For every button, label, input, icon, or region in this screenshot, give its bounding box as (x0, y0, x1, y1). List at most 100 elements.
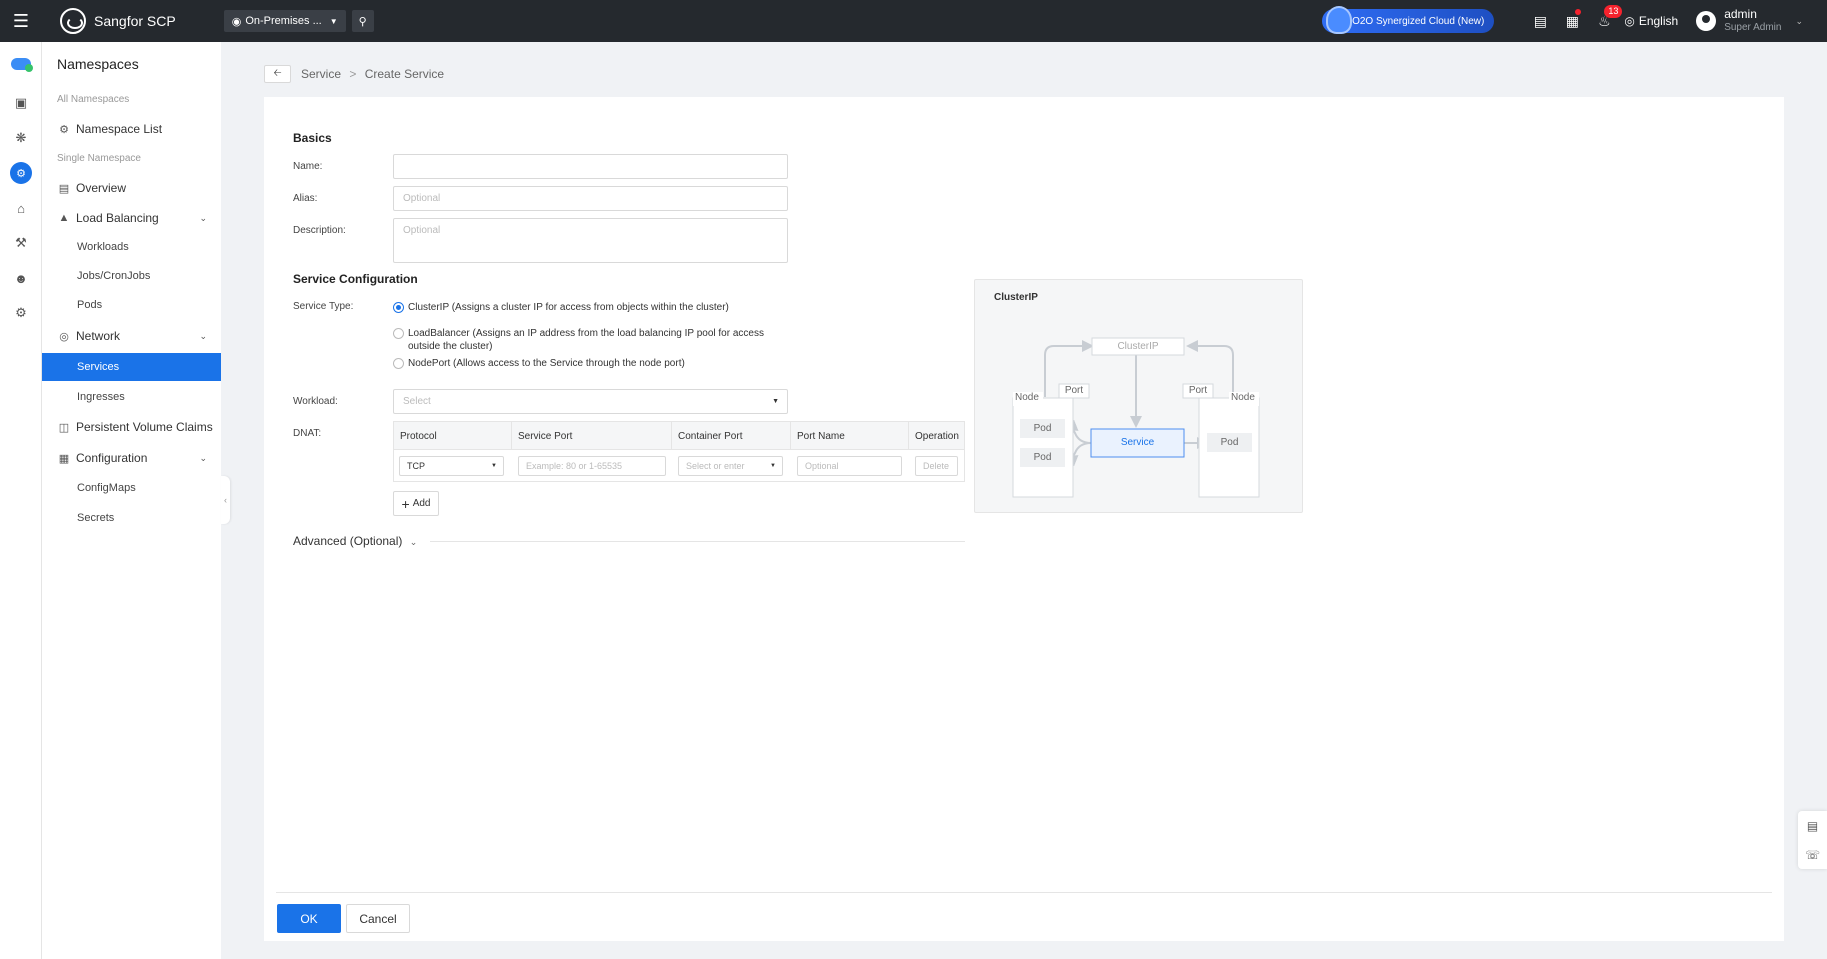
sidebar-item-workloads[interactable]: Workloads (42, 233, 221, 261)
sidebar-collapse-handle[interactable]: ‹ (221, 476, 230, 524)
breadcrumb-parent[interactable]: Service (301, 67, 341, 81)
diagram-cluster-ip: ClusterIP (1117, 341, 1159, 352)
sidebar-item-load-balancing[interactable]: ▲ Load Balancing ⌄ (42, 204, 221, 232)
config-icon: ▦ (58, 452, 70, 465)
breadcrumb: Service > Create Service (301, 67, 444, 81)
radio-nodeport[interactable]: NodePort (Allows access to the Service t… (393, 357, 793, 370)
sidebar-item-label: Configuration (76, 451, 148, 465)
alias-input[interactable]: Optional (393, 186, 788, 211)
radio-nodeport-control[interactable] (393, 358, 404, 369)
top-right-actions: O2O Synergized Cloud (New) ▤ ▦ ♨ 13 ◎ Eng… (1322, 0, 1827, 42)
sidebar-item-pods[interactable]: Pods (42, 291, 221, 319)
chevron-down-icon: ⌄ (199, 212, 207, 223)
site-select-value: On-Premises ... (245, 15, 322, 27)
advanced-divider (430, 541, 965, 542)
sidebar-item-network[interactable]: ◎ Network ⌄ (42, 322, 221, 350)
port-name-input[interactable]: Optional (797, 456, 902, 476)
sidenav-title: Namespaces (57, 56, 139, 72)
caret-down-icon: ▼ (491, 463, 497, 469)
footer-divider (276, 892, 1772, 893)
sidebar-item-overview[interactable]: ▤ Overview (42, 174, 221, 202)
radio-loadbalancer-label: LoadBalancer (Assigns an IP address from… (408, 328, 764, 352)
site-select[interactable]: ◉ On-Premises ... ▼ (223, 10, 346, 32)
brand-name: Sangfor SCP (94, 13, 176, 29)
protocol-select[interactable]: TCP ▼ (399, 456, 504, 476)
radio-loadbalancer-control[interactable] (393, 328, 404, 339)
task-icon[interactable]: ▦ (1556, 8, 1588, 30)
wrench-icon[interactable]: ⚒ (0, 229, 42, 257)
dnat-col-operation: Operation (915, 430, 959, 442)
sangfor-logo-icon (60, 8, 86, 34)
caret-down-icon: ▼ (329, 16, 338, 26)
bar-chart-icon: ▤ (58, 182, 70, 195)
diagram-port-right: Port (1188, 385, 1208, 396)
ok-button[interactable]: OK (277, 904, 341, 933)
sidebar-item-label: Persistent Volume Claims (76, 420, 213, 434)
basics-title: Basics (293, 131, 332, 145)
sidebar-item-pvc[interactable]: ◫ Persistent Volume Claims (42, 413, 221, 441)
user-menu[interactable]: admin Super Admin ⌄ (1696, 7, 1803, 35)
container-port-select[interactable]: Select or enter ▼ (678, 456, 783, 476)
task-dot (1575, 8, 1582, 15)
name-input[interactable] (393, 154, 788, 179)
menu-icon[interactable]: ☰ (0, 0, 42, 42)
dnat-label: DNAT: (293, 428, 322, 439)
dnat-table-header: Protocol Service Port Container Port Por… (394, 422, 964, 450)
caret-down-icon: ▼ (772, 398, 779, 405)
diagram-node-right: Node (1231, 392, 1255, 403)
sidebar-item-secrets[interactable]: Secrets (42, 504, 221, 532)
bell-icon[interactable]: ♨ 13 (1588, 4, 1623, 30)
dnat-table: Protocol Service Port Container Port Por… (393, 421, 965, 482)
service-port-input[interactable]: Example: 80 or 1-65535 (518, 456, 666, 476)
sidebar-item-ingresses[interactable]: Ingresses (42, 383, 221, 411)
radio-clusterip[interactable]: ClusterIP (Assigns a cluster IP for acce… (393, 301, 793, 314)
user-icon[interactable]: ☻ (0, 264, 42, 292)
description-label: Description: (293, 225, 346, 236)
chevron-down-icon: ⌄ (199, 452, 207, 463)
icon-rail: ▣ ❋ ⚙ ⌂ ⚒ ☻ ⚙ ☰ (0, 42, 42, 959)
o2o-cloud-icon (1326, 6, 1353, 34)
radio-nodeport-label: NodePort (Allows access to the Service t… (408, 358, 685, 369)
namespace-icon[interactable]: ⚙ (0, 159, 42, 187)
user-role: Super Admin (1724, 22, 1782, 33)
sidebar-item-jobs[interactable]: Jobs/CronJobs (42, 262, 221, 290)
cloud-home-icon[interactable] (0, 50, 42, 78)
advanced-toggle[interactable]: Advanced (Optional) ⌄ (293, 534, 417, 548)
store-icon[interactable]: ⌂ (0, 194, 42, 222)
settings-icon[interactable]: ⚙ (0, 299, 42, 327)
sidebar-item-configuration[interactable]: ▦ Configuration ⌄ (42, 444, 221, 472)
diagram-pod-2: Pod (1033, 452, 1052, 463)
sidebar-item-configmaps[interactable]: ConfigMaps (42, 474, 221, 502)
workload-label: Workload: (293, 396, 338, 407)
add-port-button[interactable]: + Add (393, 491, 439, 516)
diagram-port-left: Port (1064, 385, 1084, 396)
service-type-label: Service Type: (293, 301, 354, 312)
search-icon[interactable]: ⚲ (351, 10, 374, 32)
globe-icon: ◎ (59, 330, 69, 343)
brand[interactable]: Sangfor SCP (60, 8, 176, 34)
document-icon[interactable]: ▤ (1524, 13, 1556, 30)
notes-icon[interactable]: ▤ (1798, 811, 1827, 840)
radio-loadbalancer[interactable]: LoadBalancer (Assigns an IP address from… (393, 327, 793, 353)
workload-select[interactable]: Select ▼ (393, 389, 788, 414)
sidebar-item-label: Load Balancing (76, 211, 159, 225)
o2o-banner[interactable]: O2O Synergized Cloud (New) (1322, 6, 1495, 34)
back-button[interactable]: 🡠 (264, 65, 291, 83)
cancel-button[interactable]: Cancel (346, 904, 410, 933)
diagram-service: Service (1120, 437, 1155, 448)
monitor-icon[interactable]: ▣ (0, 89, 42, 117)
cluster-icon[interactable]: ❋ (0, 124, 42, 152)
headset-icon[interactable]: ☏ (1798, 840, 1827, 869)
radio-clusterip-control[interactable] (393, 302, 404, 313)
delete-button[interactable]: Delete (915, 456, 958, 476)
name-label: Name: (293, 161, 323, 172)
chevron-down-icon: ⌄ (1795, 15, 1803, 26)
advanced-label: Advanced (Optional) (293, 534, 403, 548)
sidebar-item-namespace-list[interactable]: ⚙ Namespace List (42, 115, 221, 143)
nav-group-all: All Namespaces (57, 94, 130, 105)
sidebar-item-label: Namespace List (76, 122, 163, 136)
diagram-pod-1: Pod (1033, 423, 1052, 434)
sidebar-item-services[interactable]: Services (42, 353, 221, 381)
description-textarea[interactable]: Optional (393, 218, 788, 263)
language-switch[interactable]: ◎ English (1624, 14, 1678, 28)
